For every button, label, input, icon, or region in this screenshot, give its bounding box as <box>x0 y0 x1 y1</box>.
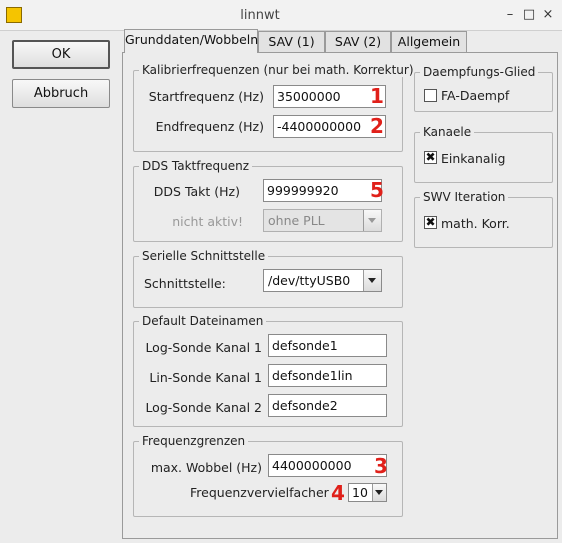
tab-sav2[interactable]: SAV (2) <box>325 31 391 53</box>
serial-port-label: Schnittstelle: <box>144 276 226 291</box>
math-korr-checkbox[interactable]: ✖ <box>424 216 437 229</box>
dds-group-title: DDS Taktfrequenz <box>139 159 253 173</box>
dds-clock-label: DDS Takt (Hz) <box>153 184 240 199</box>
einkanalig-label[interactable]: Einkanalig <box>441 151 505 166</box>
lin-sonde-1-label: Lin-Sonde Kanal 1 <box>149 370 262 385</box>
fa-daempf-label[interactable]: FA-Daempf <box>441 88 509 103</box>
multiplier-select[interactable]: 10 <box>348 483 387 502</box>
calibration-group <box>133 70 403 152</box>
math-korr-label[interactable]: math. Korr. <box>441 216 510 231</box>
maximize-button[interactable]: □ <box>522 7 536 23</box>
annotation-2: 2 <box>370 114 384 138</box>
pll-select-value: ohne PLL <box>268 213 325 228</box>
tab-allgemein[interactable]: Allgemein <box>391 31 467 53</box>
serial-group-title: Serielle Schnittstelle <box>139 249 269 263</box>
window-title: linnwt <box>240 8 280 23</box>
freqlimits-group <box>133 441 403 517</box>
start-frequency-label: Startfrequenz (Hz) <box>148 89 264 104</box>
max-wobbel-label: max. Wobbel (Hz) <box>150 460 262 475</box>
lin-sonde-1-input[interactable]: defsonde1lin <box>268 364 387 387</box>
fa-daempf-checkbox[interactable] <box>424 89 437 102</box>
calibration-group-title: Kalibrierfrequenzen (nur bei math. Korre… <box>139 63 417 77</box>
max-wobbel-input[interactable]: 4400000000 <box>268 454 387 477</box>
dds-clock-input[interactable]: 999999920 <box>263 179 382 202</box>
chevron-down-icon <box>368 218 376 223</box>
log-sonde-1-input[interactable]: defsonde1 <box>268 334 387 357</box>
swv-group-title: SWV Iteration <box>420 190 509 204</box>
einkanalig-checkbox[interactable]: ✖ <box>424 151 437 164</box>
tab-sav1[interactable]: SAV (1) <box>258 31 325 53</box>
attenuator-group-title: Daempfungs-Glied <box>420 65 539 79</box>
serial-port-value: /dev/ttyUSB0 <box>268 273 351 288</box>
pll-select: ohne PLL <box>263 209 382 232</box>
freqlimits-group-title: Frequenzgrenzen <box>139 434 249 448</box>
minimize-button[interactable]: – <box>503 7 517 23</box>
annotation-3: 3 <box>374 454 388 478</box>
channels-group-title: Kanaele <box>420 125 475 139</box>
ok-button[interactable]: OK <box>12 40 110 69</box>
chevron-down-icon <box>368 278 376 283</box>
log-sonde-2-label: Log-Sonde Kanal 2 <box>145 400 262 415</box>
cancel-button[interactable]: Abbruch <box>12 79 110 108</box>
multiplier-label: Frequenzvervielfacher <box>190 485 329 500</box>
serial-port-select[interactable]: /dev/ttyUSB0 <box>263 269 382 292</box>
end-frequency-label: Endfrequenz (Hz) <box>155 119 264 134</box>
tab-grunddaten[interactable]: Grunddaten/Wobbeln <box>124 29 258 53</box>
annotation-4: 4 <box>331 481 345 505</box>
annotation-1: 1 <box>370 84 384 108</box>
annotation-5: 5 <box>370 178 384 202</box>
pll-dropdown-button <box>363 210 381 231</box>
pll-inactive-label: nicht aktiv! <box>172 214 243 229</box>
log-sonde-1-label: Log-Sonde Kanal 1 <box>145 340 262 355</box>
multiplier-dropdown-button[interactable] <box>372 484 386 501</box>
filenames-group-title: Default Dateinamen <box>139 314 267 328</box>
log-sonde-2-input[interactable]: defsonde2 <box>268 394 387 417</box>
close-button[interactable]: × <box>541 7 555 23</box>
serial-port-dropdown-button[interactable] <box>363 270 381 291</box>
chevron-down-icon <box>375 490 383 495</box>
multiplier-value: 10 <box>352 485 368 500</box>
